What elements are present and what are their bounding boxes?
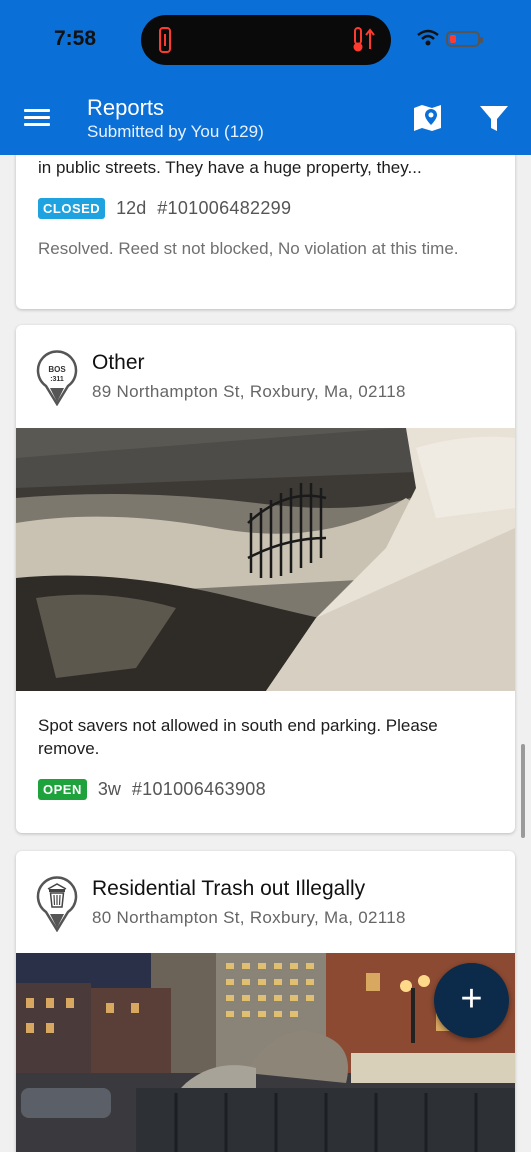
report-header: Residential Trash out Illegally 80 North… <box>16 851 515 951</box>
map-view-button[interactable] <box>410 100 446 136</box>
report-age: 3w <box>97 779 121 799</box>
report-age: 12d <box>116 198 147 218</box>
svg-text:BOS: BOS <box>48 365 66 374</box>
filter-button[interactable] <box>476 100 512 136</box>
battery-icon <box>446 31 483 47</box>
plus-icon: + <box>460 978 483 1020</box>
svg-text::311: :311 <box>50 376 64 383</box>
report-description: Spot savers not allowed in south end par… <box>38 716 438 758</box>
page-title: Reports <box>87 95 165 120</box>
ticket-number: #101006482299 <box>157 198 292 218</box>
report-photo[interactable] <box>16 428 515 691</box>
dynamic-island <box>141 15 391 65</box>
scroll-indicator[interactable] <box>521 744 525 838</box>
thermometer-icon <box>353 27 375 52</box>
snow-street-photo <box>16 428 515 691</box>
status-time: 7:58 <box>54 27 97 50</box>
status-badge: OPEN <box>38 779 87 800</box>
report-category: Residential Trash out Illegally <box>92 877 366 900</box>
report-description: in public streets. They have a huge prop… <box>38 158 422 177</box>
phone-indicator-icon <box>159 27 171 53</box>
add-report-button[interactable]: + <box>434 963 509 1038</box>
wifi-icon <box>417 29 439 46</box>
app-header: 7:58 Reports Submitted by You (129) <box>0 0 531 155</box>
bos-311-icon: BOS :311 <box>36 350 78 406</box>
report-meta: OPEN 3w #101006463908 <box>38 779 266 800</box>
page-subtitle: Submitted by You (129) <box>87 122 264 141</box>
report-meta: CLOSED 12d #101006482299 <box>38 198 291 219</box>
report-address: 80 Northampton St, Roxbury, Ma, 02118 <box>92 908 406 927</box>
hamburger-icon <box>24 109 50 112</box>
filter-icon <box>480 106 508 131</box>
resolution-text: Resolved. Reed st not blocked, No violat… <box>38 239 459 258</box>
menu-button[interactable] <box>24 106 52 128</box>
report-category: Other <box>92 351 145 374</box>
report-header: BOS :311 Other 89 Northampton St, Roxbur… <box>16 325 515 425</box>
status-badge: CLOSED <box>38 198 106 219</box>
report-address: 89 Northampton St, Roxbury, Ma, 02118 <box>92 382 406 401</box>
ticket-number: #101006463908 <box>131 779 266 799</box>
map-pin-icon <box>414 105 441 131</box>
report-card[interactable]: BOS :311 Other 89 Northampton St, Roxbur… <box>16 325 515 833</box>
trash-can-icon <box>36 876 78 932</box>
